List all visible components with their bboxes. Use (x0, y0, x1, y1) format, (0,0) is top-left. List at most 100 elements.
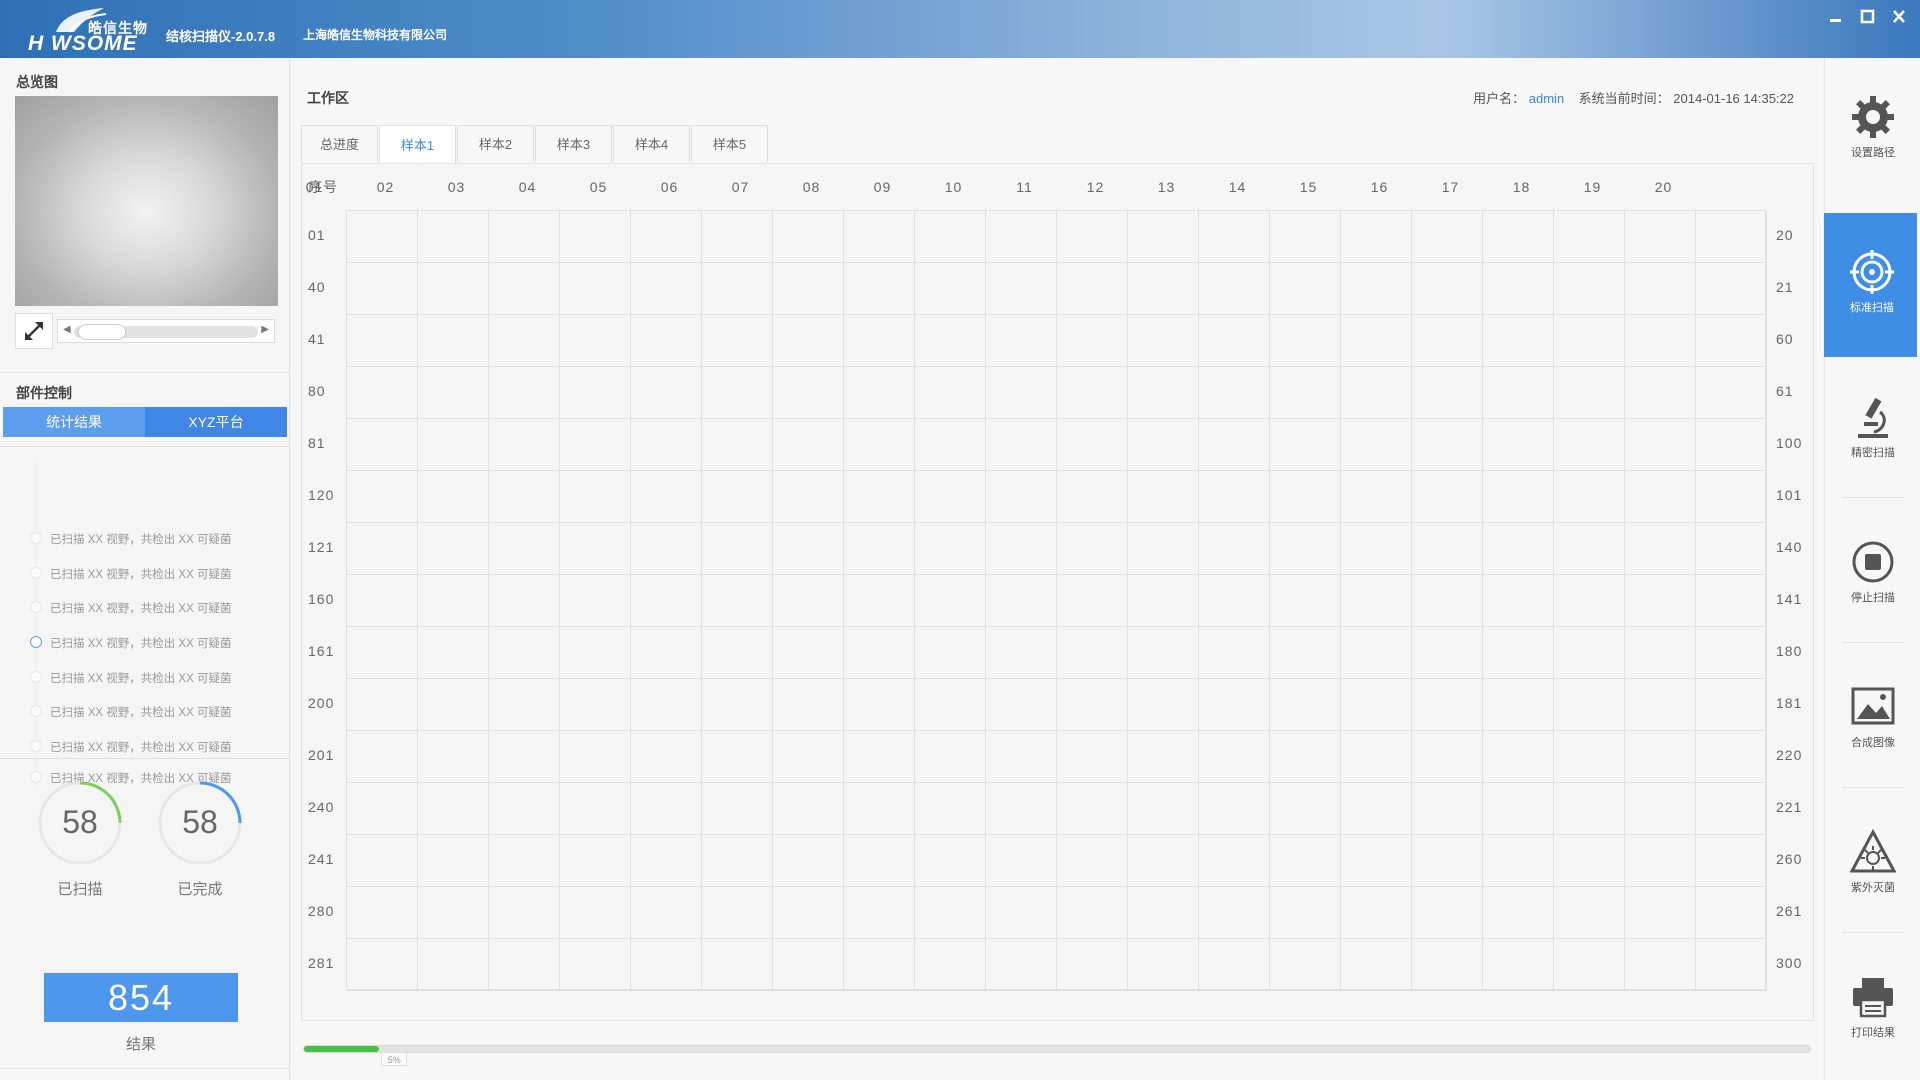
grid-cell[interactable] (418, 471, 489, 523)
grid-cell[interactable] (986, 575, 1057, 627)
grid-cell[interactable] (915, 523, 986, 575)
grid-cell[interactable] (489, 523, 560, 575)
grid-cell[interactable] (1199, 471, 1270, 523)
grid-cell[interactable] (773, 783, 844, 835)
grid-cell[interactable] (1483, 887, 1554, 939)
grid-cell[interactable] (773, 731, 844, 783)
grid-cell[interactable] (1199, 211, 1270, 263)
grid-cell[interactable] (489, 731, 560, 783)
grid-cell[interactable] (489, 835, 560, 887)
grid-cell[interactable] (1696, 419, 1767, 471)
grid-cell[interactable] (1199, 627, 1270, 679)
grid-cell[interactable] (1199, 887, 1270, 939)
standard-scan-button[interactable]: 标准扫描 (1824, 213, 1917, 357)
set-path-button[interactable]: 设置路径 (1825, 58, 1920, 202)
grid-cell[interactable] (1554, 523, 1625, 575)
grid-cell[interactable] (1057, 419, 1128, 471)
grid-cell[interactable] (631, 211, 702, 263)
grid-cell[interactable] (1270, 471, 1341, 523)
grid-cell[interactable] (1128, 263, 1199, 315)
grid-cell[interactable] (560, 835, 631, 887)
grid-cell[interactable] (844, 835, 915, 887)
grid-cell[interactable] (844, 367, 915, 419)
grid-cell[interactable] (1554, 367, 1625, 419)
grid-cell[interactable] (1341, 679, 1412, 731)
grid-cell[interactable] (1625, 939, 1696, 991)
grid-cell[interactable] (560, 627, 631, 679)
grid-cell[interactable] (1483, 939, 1554, 991)
grid-cell[interactable] (560, 419, 631, 471)
uv-sterilize-button[interactable]: 紫外灭菌 (1825, 793, 1920, 937)
grid-cell[interactable] (418, 627, 489, 679)
grid-cell[interactable] (489, 783, 560, 835)
grid-cell[interactable] (489, 367, 560, 419)
grid-cell[interactable] (702, 471, 773, 523)
grid-cell[interactable] (1696, 887, 1767, 939)
grid-cell[interactable] (1057, 835, 1128, 887)
grid-cell[interactable] (1483, 263, 1554, 315)
precise-scan-button[interactable]: 精密扫描 (1825, 358, 1920, 502)
grid-cell[interactable] (773, 263, 844, 315)
grid-cell[interactable] (560, 315, 631, 367)
grid-cell[interactable] (1057, 315, 1128, 367)
grid-cell[interactable] (1554, 263, 1625, 315)
grid-cell[interactable] (1696, 679, 1767, 731)
grid-cell[interactable] (702, 211, 773, 263)
grid-cell[interactable] (1128, 211, 1199, 263)
grid-cell[interactable] (1057, 731, 1128, 783)
grid-cell[interactable] (631, 471, 702, 523)
grid-cell[interactable] (1483, 575, 1554, 627)
tab-sample-2[interactable]: 样本2 (457, 125, 534, 162)
grid-cell[interactable] (1199, 523, 1270, 575)
grid-cell[interactable] (1341, 939, 1412, 991)
grid-cell[interactable] (844, 887, 915, 939)
grid-cell[interactable] (986, 419, 1057, 471)
grid-cell[interactable] (631, 731, 702, 783)
grid-cell[interactable] (986, 627, 1057, 679)
grid-cell[interactable] (986, 835, 1057, 887)
grid-cell[interactable] (1554, 627, 1625, 679)
grid-cell[interactable] (1412, 263, 1483, 315)
grid-cell[interactable] (702, 575, 773, 627)
grid-cell[interactable] (560, 783, 631, 835)
grid-cell[interactable] (986, 887, 1057, 939)
grid-cell[interactable] (1483, 315, 1554, 367)
grid-cell[interactable] (560, 367, 631, 419)
grid-cell[interactable] (1554, 887, 1625, 939)
grid-cell[interactable] (1057, 679, 1128, 731)
grid-cell[interactable] (1625, 575, 1696, 627)
grid-cell[interactable] (489, 939, 560, 991)
grid-cell[interactable] (1128, 575, 1199, 627)
grid-cell[interactable] (489, 679, 560, 731)
grid-cell[interactable] (1057, 211, 1128, 263)
grid-cell[interactable] (844, 731, 915, 783)
grid-cell[interactable] (1412, 315, 1483, 367)
grid-cell[interactable] (347, 575, 418, 627)
grid-cell[interactable] (915, 783, 986, 835)
grid-cell[interactable] (773, 887, 844, 939)
grid-cell[interactable] (1412, 783, 1483, 835)
grid-cell[interactable] (1057, 523, 1128, 575)
grid-cell[interactable] (1057, 575, 1128, 627)
grid-cell[interactable] (1483, 367, 1554, 419)
grid-cell[interactable] (702, 263, 773, 315)
grid-cell[interactable] (986, 731, 1057, 783)
minimize-icon[interactable] (1824, 6, 1846, 28)
grid-cell[interactable] (560, 939, 631, 991)
grid-cell[interactable] (560, 523, 631, 575)
grid-cell[interactable] (1483, 523, 1554, 575)
grid-cell[interactable] (418, 575, 489, 627)
grid-cell[interactable] (915, 367, 986, 419)
grid-cell[interactable] (1554, 731, 1625, 783)
grid-cell[interactable] (1128, 471, 1199, 523)
grid-cell[interactable] (1270, 939, 1341, 991)
grid-cell[interactable] (844, 575, 915, 627)
grid-cell[interactable] (1128, 315, 1199, 367)
grid-cell[interactable] (347, 783, 418, 835)
composite-image-button[interactable]: 合成图像 (1825, 648, 1920, 792)
grid-cell[interactable] (844, 315, 915, 367)
grid-cell[interactable] (702, 315, 773, 367)
grid-cell[interactable] (986, 315, 1057, 367)
grid-cell[interactable] (418, 679, 489, 731)
grid-cell[interactable] (1412, 367, 1483, 419)
